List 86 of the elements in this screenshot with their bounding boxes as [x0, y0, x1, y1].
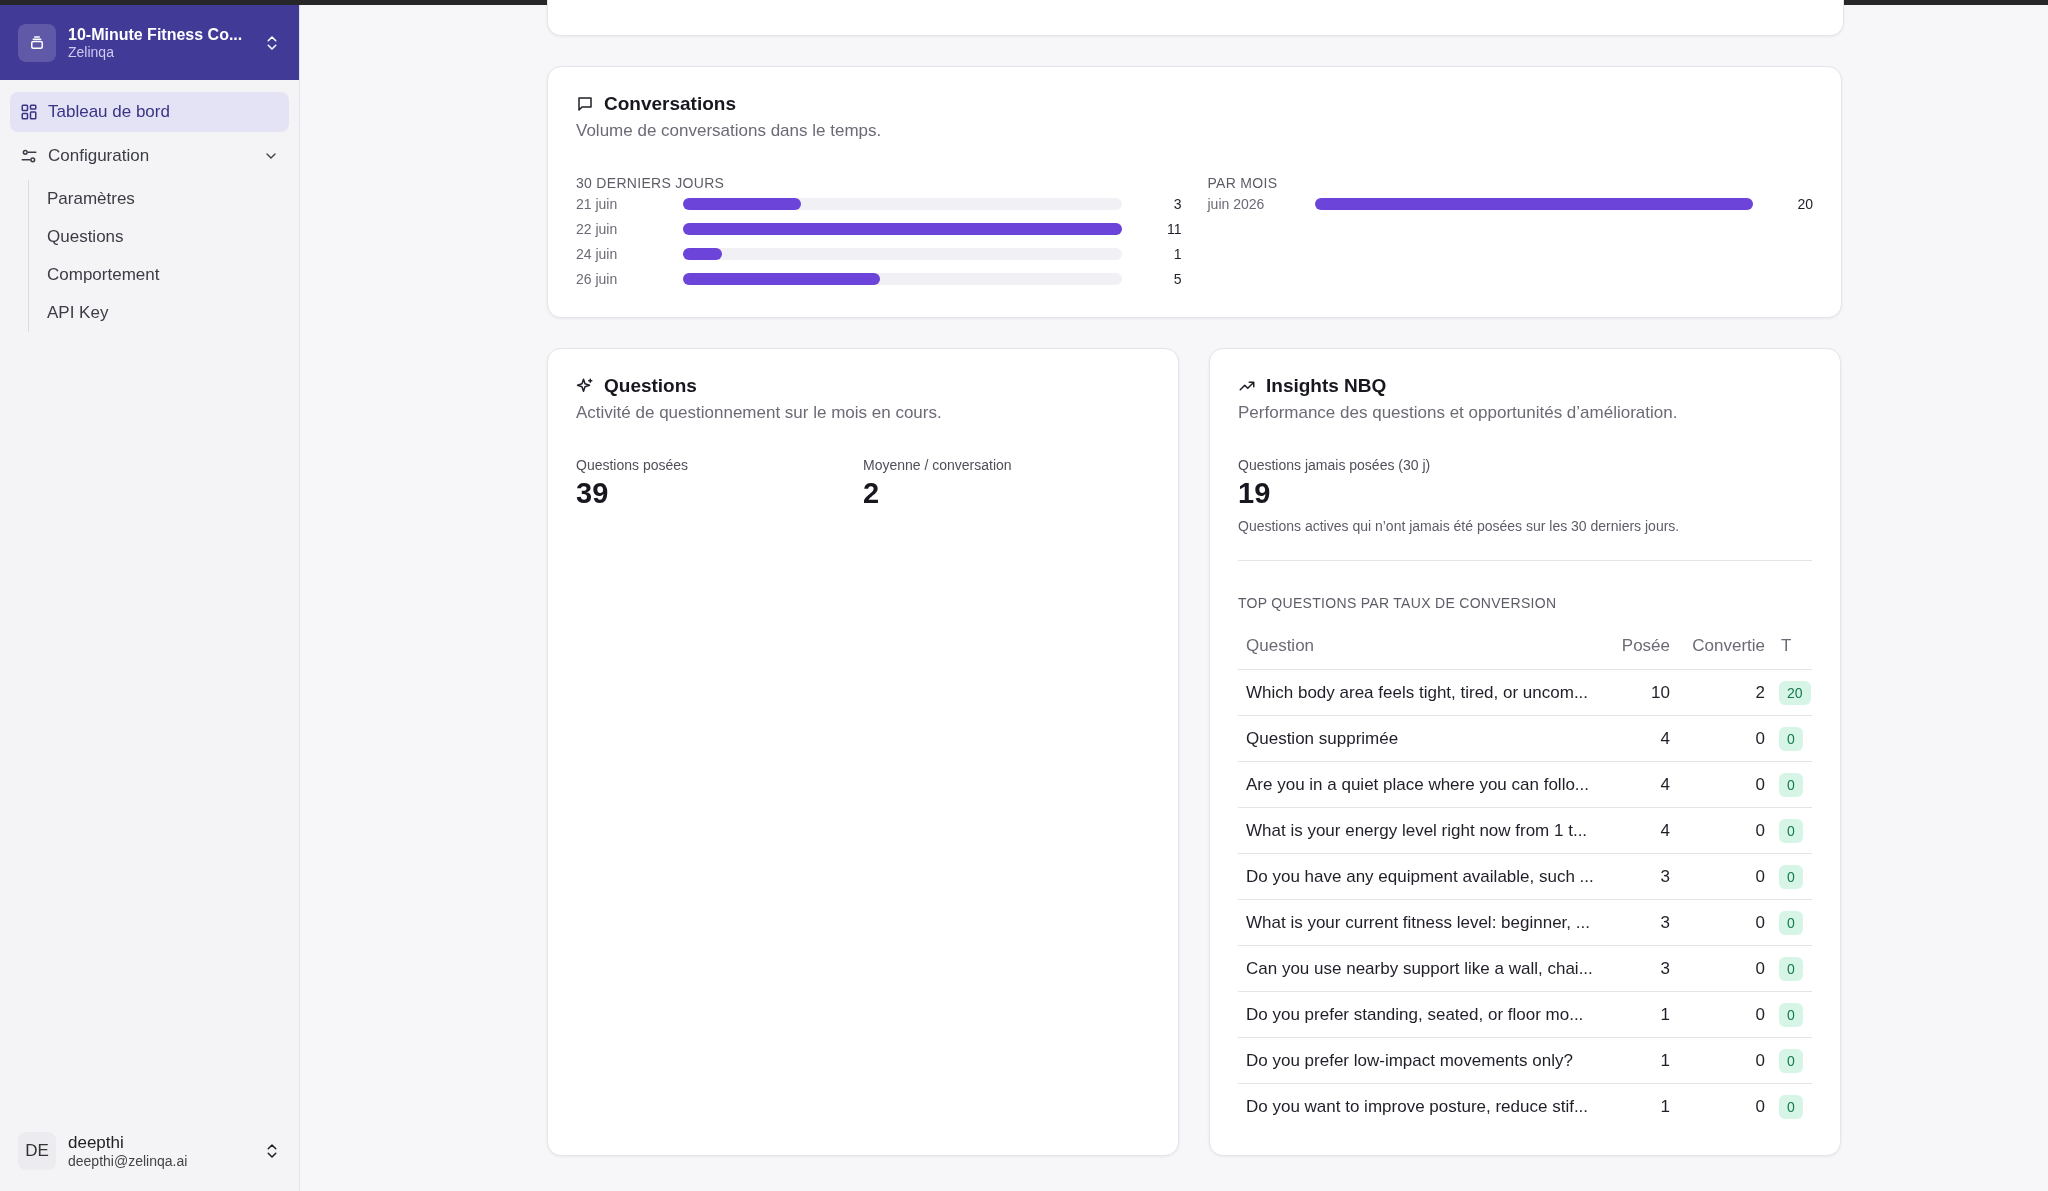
table-cell: 0 [1678, 991, 1773, 1038]
column-header: Question [1238, 623, 1606, 670]
table-cell: 0 [1678, 715, 1773, 762]
stat-value: 39 [576, 477, 610, 510]
card-subtitle: Activité de questionnement sur le mois en cours. [576, 403, 943, 423]
bar-label: 26 juin [576, 270, 619, 287]
card-subtitle: Performance des questions et opportunités d’amélioration. [1238, 403, 1679, 423]
column-header: Convertie [1678, 623, 1773, 670]
table-cell: Do you prefer low-impact movements only? [1238, 1037, 1606, 1084]
table-cell: What is your energy level right now from 1 t... [1238, 807, 1606, 854]
table-cell: Question supprimée [1238, 715, 1606, 762]
nav-subitem[interactable]: API Key [39, 294, 289, 332]
table-cell: Do you want to improve posture, reduce stif... [1238, 1083, 1606, 1129]
stat-label: Questions posées [576, 457, 690, 473]
sparkle-icon [576, 377, 594, 395]
card-title: Conversations [604, 93, 736, 115]
rate-badge: 0 [1779, 1002, 1803, 1027]
nav-item[interactable]: Configuration [10, 136, 289, 176]
table-cell: 0 [1678, 1037, 1773, 1084]
user-name[interactable]: deepthi [68, 1133, 251, 1153]
table-cell: 0 [1678, 1083, 1773, 1129]
bar-value: 1 [1172, 245, 1182, 262]
rate-badge: 0 [1779, 772, 1803, 797]
table-cell: 0 [1678, 899, 1773, 946]
bar-label: 22 juin [576, 220, 619, 237]
user-avatar: DE [18, 1132, 56, 1170]
table-cell: 4 [1606, 761, 1678, 808]
table-cell: 4 [1606, 715, 1678, 762]
table-cell: 0 [1678, 945, 1773, 992]
card-title: Questions [604, 375, 697, 397]
bar-value: 5 [1172, 270, 1182, 287]
grid-icon [20, 103, 38, 121]
stat-value: 19 [1238, 477, 1272, 510]
rate-badge: 0 [1779, 818, 1803, 843]
table-cell: Can you use nearby support like a wall, chai... [1238, 945, 1606, 992]
chat-icon [576, 95, 594, 113]
table-cell: 0 [1678, 853, 1773, 900]
bar-value: 20 [1796, 195, 1813, 212]
rate-badge: 0 [1779, 956, 1803, 981]
column-header: Posée [1606, 623, 1678, 670]
rate-badge: 0 [1779, 1048, 1803, 1073]
table-cell: 1 [1606, 1037, 1678, 1084]
nav-subitem[interactable]: Comportement [39, 256, 289, 294]
table-cell: Which body area feels tight, tired, or uncom... [1238, 669, 1606, 716]
stat-value: 2 [863, 477, 881, 510]
section-label: TOP QUESTIONS PAR TAUX DE CONVERSION [1238, 595, 1558, 611]
table-cell: Are you in a quiet place where you can follo... [1238, 761, 1606, 808]
rate-badge: 0 [1779, 1094, 1803, 1119]
table-cell: 1 [1606, 1083, 1678, 1129]
column-header: T [1773, 623, 1812, 670]
stat-note: Questions actives qui n’ont jamais été posées sur les 30 derniers jours. [1238, 518, 1681, 534]
rate-badge: 0 [1779, 910, 1803, 935]
table-cell: 3 [1606, 899, 1678, 946]
table-cell: 3 [1606, 853, 1678, 900]
table-cell: 2 [1678, 669, 1773, 716]
card-subtitle: Volume de conversations dans le temps. [576, 121, 883, 141]
rate-badge: 0 [1779, 864, 1803, 889]
bar-label: 21 juin [576, 195, 619, 212]
section-label: PAR MOIS [1207, 175, 1279, 191]
table-cell: 1 [1606, 991, 1678, 1038]
table-cell: What is your current fitness level: beginner, ... [1238, 899, 1606, 946]
bar-value: 11 [1165, 220, 1182, 237]
section-label: 30 DERNIERS JOURS [576, 175, 726, 191]
nav-subitem[interactable]: Paramètres [39, 180, 289, 218]
nav-item[interactable]: Tableau de bord [10, 92, 289, 132]
stat-label: Questions jamais posées (30 j) [1238, 457, 1432, 473]
table-cell: 10 [1606, 669, 1678, 716]
bar-label: 24 juin [576, 245, 619, 262]
workspace-name[interactable]: 10-Minute Fitness Co... [68, 25, 251, 44]
table-cell: 4 [1606, 807, 1678, 854]
table-cell: Do you have any equipment available, such ... [1238, 853, 1606, 900]
table-cell: 0 [1678, 761, 1773, 808]
sliders-icon [20, 147, 38, 165]
stat-label: Moyenne / conversation [863, 457, 1013, 473]
card-title: Insights NBQ [1266, 375, 1387, 397]
rate-badge: 20 [1779, 680, 1811, 705]
nav-subitem[interactable]: Questions [39, 218, 289, 256]
workspace-org: Zelinqa [68, 43, 115, 60]
bar-value: 3 [1172, 195, 1182, 212]
user-email: deepthi@zelinqa.ai [68, 1153, 189, 1169]
table-cell: 3 [1606, 945, 1678, 992]
rate-badge: 0 [1779, 726, 1803, 751]
box-icon [28, 33, 46, 52]
table-cell: Do you prefer standing, seated, or floor mo... [1238, 991, 1606, 1038]
table-cell: 0 [1678, 807, 1773, 854]
bar-label: juin 2026 [1207, 195, 1266, 212]
